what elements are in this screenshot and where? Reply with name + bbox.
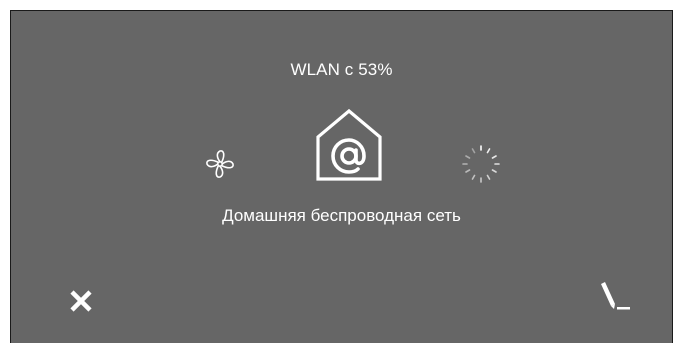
edit-button[interactable] [593,279,633,319]
fan-icon [206,150,234,178]
pencil-icon [601,282,630,310]
close-button[interactable] [66,283,102,319]
close-icon [70,290,92,312]
wlan-signal-status: WLAN с 53% [290,60,393,79]
loading-spinner-icon [462,145,500,183]
network-name: Домашняя беспроводная сеть [222,206,461,225]
wlan-status-screen: WLAN с 53% Домашняя беспроводная сеть [10,10,673,343]
home-network-at-icon [316,108,382,181]
